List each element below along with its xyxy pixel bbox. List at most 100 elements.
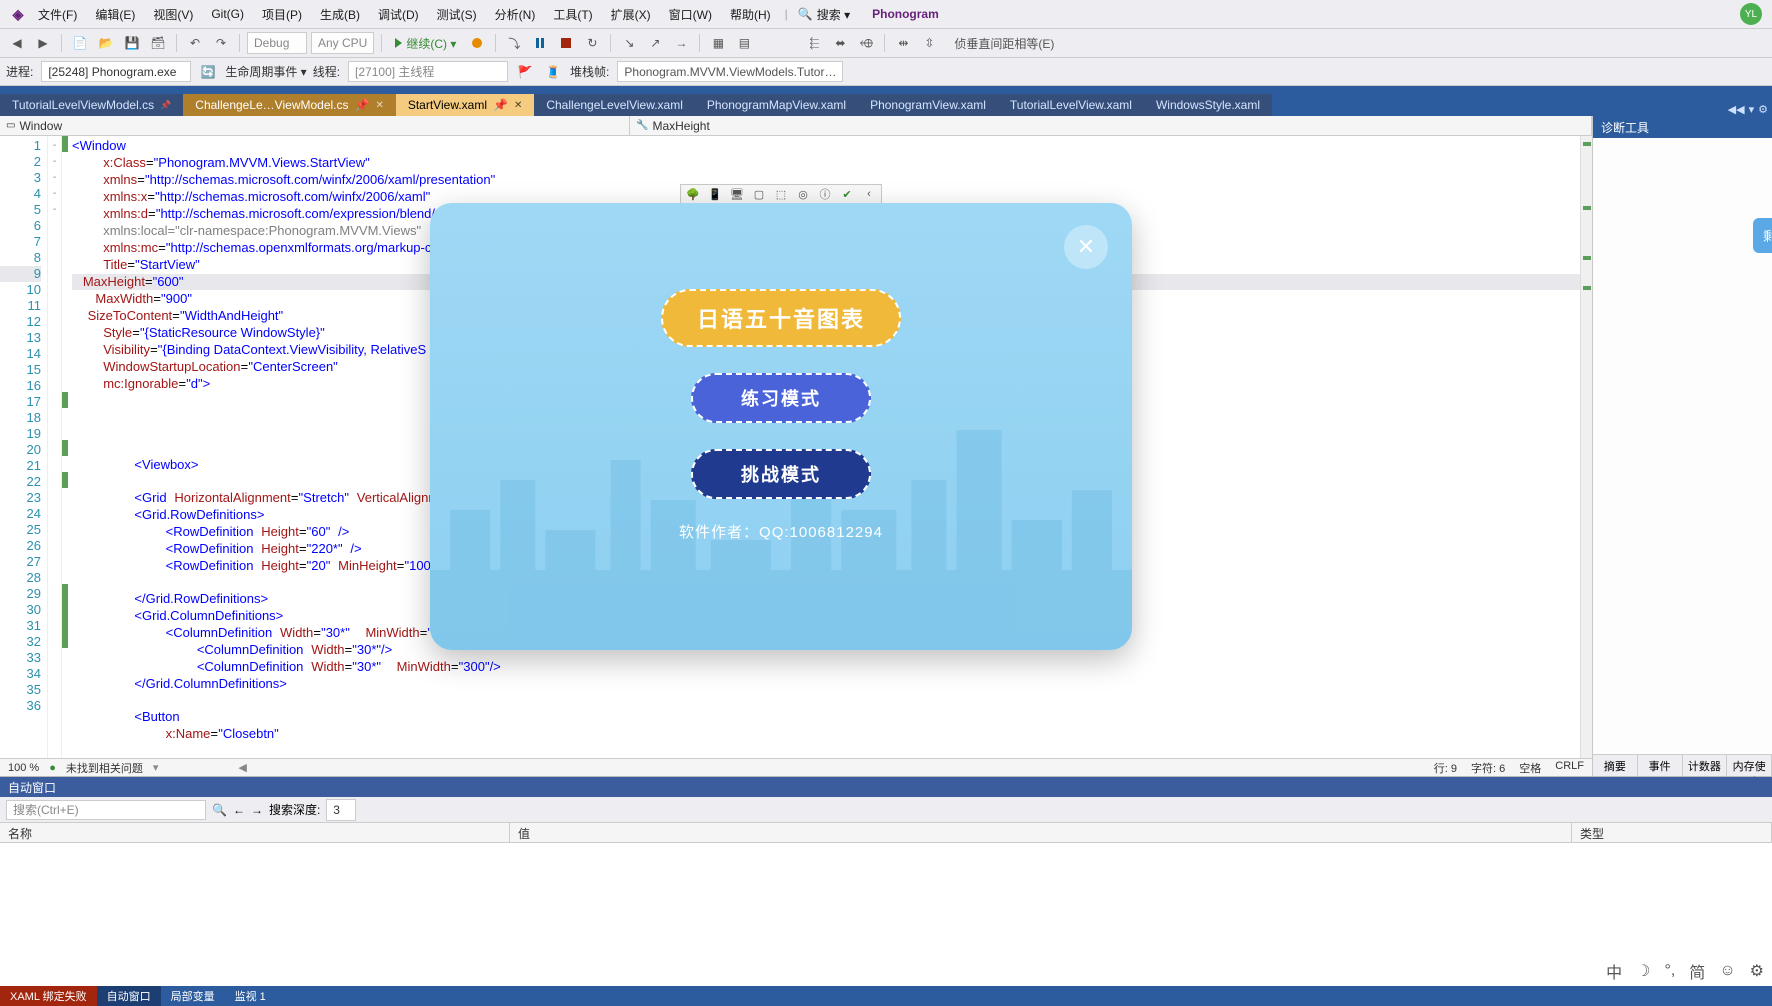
menu-test[interactable]: 测试(S) <box>429 3 485 26</box>
adorner-tree-icon[interactable]: 🌳 <box>685 186 701 202</box>
nav-prev-icon[interactable]: ← <box>233 803 245 817</box>
eol-indicator[interactable]: CRLF <box>1555 760 1584 776</box>
step-out-button[interactable]: ↗ <box>644 32 666 54</box>
col-value[interactable]: 值 <box>510 823 1572 842</box>
save-button[interactable]: 💾 <box>121 32 143 54</box>
menu-git[interactable]: Git(G) <box>203 4 252 24</box>
col-type[interactable]: 类型 <box>1572 823 1772 842</box>
char-indicator[interactable]: 字符: 6 <box>1471 760 1505 776</box>
layout-tool-2[interactable]: ▤ <box>733 32 755 54</box>
issues-chevron-icon[interactable]: ▾ <box>153 761 159 774</box>
menu-window[interactable]: 窗口(W) <box>661 3 720 26</box>
back-button[interactable]: ◀ <box>6 32 28 54</box>
zoom-level[interactable]: 100 % <box>8 762 39 774</box>
platform-combo[interactable]: Any CPU <box>311 32 374 54</box>
autos-search-input[interactable]: 搜索(Ctrl+E) <box>6 800 206 820</box>
ime-moon-icon[interactable]: ☽ <box>1636 961 1650 981</box>
forward-button[interactable]: ▶ <box>32 32 54 54</box>
step-into-button[interactable]: ↘ <box>618 32 640 54</box>
layout-tool-1[interactable]: ▦ <box>707 32 729 54</box>
footer-tab-watch1[interactable]: 监视 1 <box>225 986 276 1006</box>
indent-indicator[interactable]: 空格 <box>1519 760 1541 776</box>
ime-emoji-icon[interactable]: ☺ <box>1719 962 1735 980</box>
menu-tools[interactable]: 工具(T) <box>545 3 600 26</box>
tab-tutorialvm[interactable]: TutorialLevelViewModel.cs <box>0 94 183 116</box>
step-over-button[interactable]: ⤵ <box>503 32 525 54</box>
footer-tab-autos[interactable]: 自动窗口 <box>97 986 161 1006</box>
lifecycle-label[interactable]: 生命周期事件 ▾ <box>225 63 306 80</box>
diag-tab-events[interactable]: 事件 <box>1638 755 1683 776</box>
undo-button[interactable]: ↶ <box>184 32 206 54</box>
app-button-practice[interactable]: 练习模式 <box>691 373 871 423</box>
user-avatar[interactable]: YL <box>1740 3 1762 25</box>
align-right-button[interactable]: ⬲ <box>855 32 877 54</box>
lifecycle-icon[interactable]: 🔄 <box>197 61 219 83</box>
scope-combo[interactable]: ▭Window <box>0 116 630 135</box>
open-button[interactable]: 📂 <box>95 32 117 54</box>
app-button-chart[interactable]: 日语五十音图表 <box>661 289 901 347</box>
continue-button[interactable]: 继续(C) ▾ <box>389 35 462 52</box>
stackframe-combo[interactable]: Phonogram.MVVM.ViewModels.Tutor… <box>617 61 843 82</box>
adorner-target-icon[interactable]: ◎ <box>795 186 811 202</box>
tab-challengelevelview[interactable]: ChallengeLevelView.xaml <box>534 94 695 116</box>
pin-icon[interactable]: 📌 <box>355 98 370 112</box>
tab-startview[interactable]: StartView.xaml📌✕ <box>396 94 535 116</box>
tab-list-icon[interactable]: ▾ <box>1749 103 1755 116</box>
menu-extensions[interactable]: 扩展(X) <box>603 3 659 26</box>
diag-tab-summary[interactable]: 摘要 <box>1593 755 1638 776</box>
ime-punct-icon[interactable]: °, <box>1664 962 1675 980</box>
diagnostics-float-badge[interactable]: 剩余时 <box>1753 218 1772 253</box>
nav-next-icon[interactable]: → <box>251 803 263 817</box>
menu-file[interactable]: 文件(F) <box>30 3 85 26</box>
hot-reload-button[interactable] <box>466 32 488 54</box>
adorner-ok-icon[interactable]: ✔ <box>839 186 855 202</box>
col-name[interactable]: 名称 <box>0 823 510 842</box>
tab-phonogrammapview[interactable]: PhonogramMapView.xaml <box>695 94 858 116</box>
new-item-button[interactable]: 📄 <box>69 32 91 54</box>
show-next-button[interactable]: → <box>670 32 692 54</box>
align-left-button[interactable]: ⬱ <box>803 32 825 54</box>
footer-tab-xaml-binding[interactable]: XAML 绑定失败 <box>0 986 97 1006</box>
issues-label[interactable]: 未找到相关问题 <box>66 760 143 776</box>
diag-tab-memory[interactable]: 内存使用率 <box>1727 755 1772 776</box>
flag-icon[interactable]: 🚩 <box>514 61 536 83</box>
adorner-collapse-icon[interactable]: ‹ <box>861 186 877 202</box>
adorner-display-icon[interactable]: 🖥 <box>729 186 745 202</box>
menu-build[interactable]: 生成(B) <box>312 3 368 26</box>
close-icon[interactable]: ✕ <box>375 100 383 111</box>
search-icon[interactable]: 🔍 <box>212 803 227 817</box>
search-menu[interactable]: 🔍 搜索 ▾ <box>798 6 850 23</box>
adorner-device-icon[interactable]: 📱 <box>707 186 723 202</box>
menu-view[interactable]: 视图(V) <box>145 3 201 26</box>
menu-edit[interactable]: 编辑(E) <box>87 3 143 26</box>
tab-settings-icon[interactable]: ⚙ <box>1758 103 1768 116</box>
ime-settings-icon[interactable]: ⚙ <box>1750 961 1764 981</box>
thread-combo[interactable]: [27100] 主线程 <box>348 61 508 82</box>
adorner-info-icon[interactable]: ⓘ <box>817 186 833 202</box>
restart-button[interactable]: ↻ <box>581 32 603 54</box>
adorner-box-icon[interactable]: ▢ <box>751 186 767 202</box>
break-all-button[interactable] <box>529 32 551 54</box>
depth-combo[interactable]: 3 <box>326 799 356 821</box>
save-all-button[interactable]: 🗃 <box>147 32 169 54</box>
app-close-button[interactable]: ✕ <box>1064 225 1108 269</box>
ime-lang-icon[interactable]: 中 <box>1606 959 1622 983</box>
scroll-left-icon[interactable]: ◀ <box>238 761 246 774</box>
autos-body[interactable] <box>0 843 1772 986</box>
threads-icon[interactable]: 🧵 <box>542 61 564 83</box>
menu-project[interactable]: 项目(P) <box>254 3 310 26</box>
ime-simp-icon[interactable]: 简 <box>1689 959 1705 983</box>
align-center-button[interactable]: ⬌ <box>829 32 851 54</box>
minimap-scrollbar[interactable] <box>1580 136 1592 758</box>
close-icon[interactable]: ✕ <box>514 100 522 111</box>
menu-analyze[interactable]: 分析(N) <box>487 3 544 26</box>
tab-phonogramview[interactable]: PhonogramView.xaml <box>858 94 998 116</box>
process-combo[interactable]: [25248] Phonogram.exe <box>41 61 191 82</box>
app-button-challenge[interactable]: 挑战模式 <box>691 449 871 499</box>
pin-icon[interactable]: 📌 <box>493 98 508 112</box>
redo-button[interactable]: ↷ <box>210 32 232 54</box>
member-combo[interactable]: 🔧MaxHeight <box>630 116 1592 135</box>
stop-button[interactable] <box>555 32 577 54</box>
diag-tab-counters[interactable]: 计数器 <box>1683 755 1728 776</box>
adorner-select-icon[interactable]: ⬚ <box>773 186 789 202</box>
